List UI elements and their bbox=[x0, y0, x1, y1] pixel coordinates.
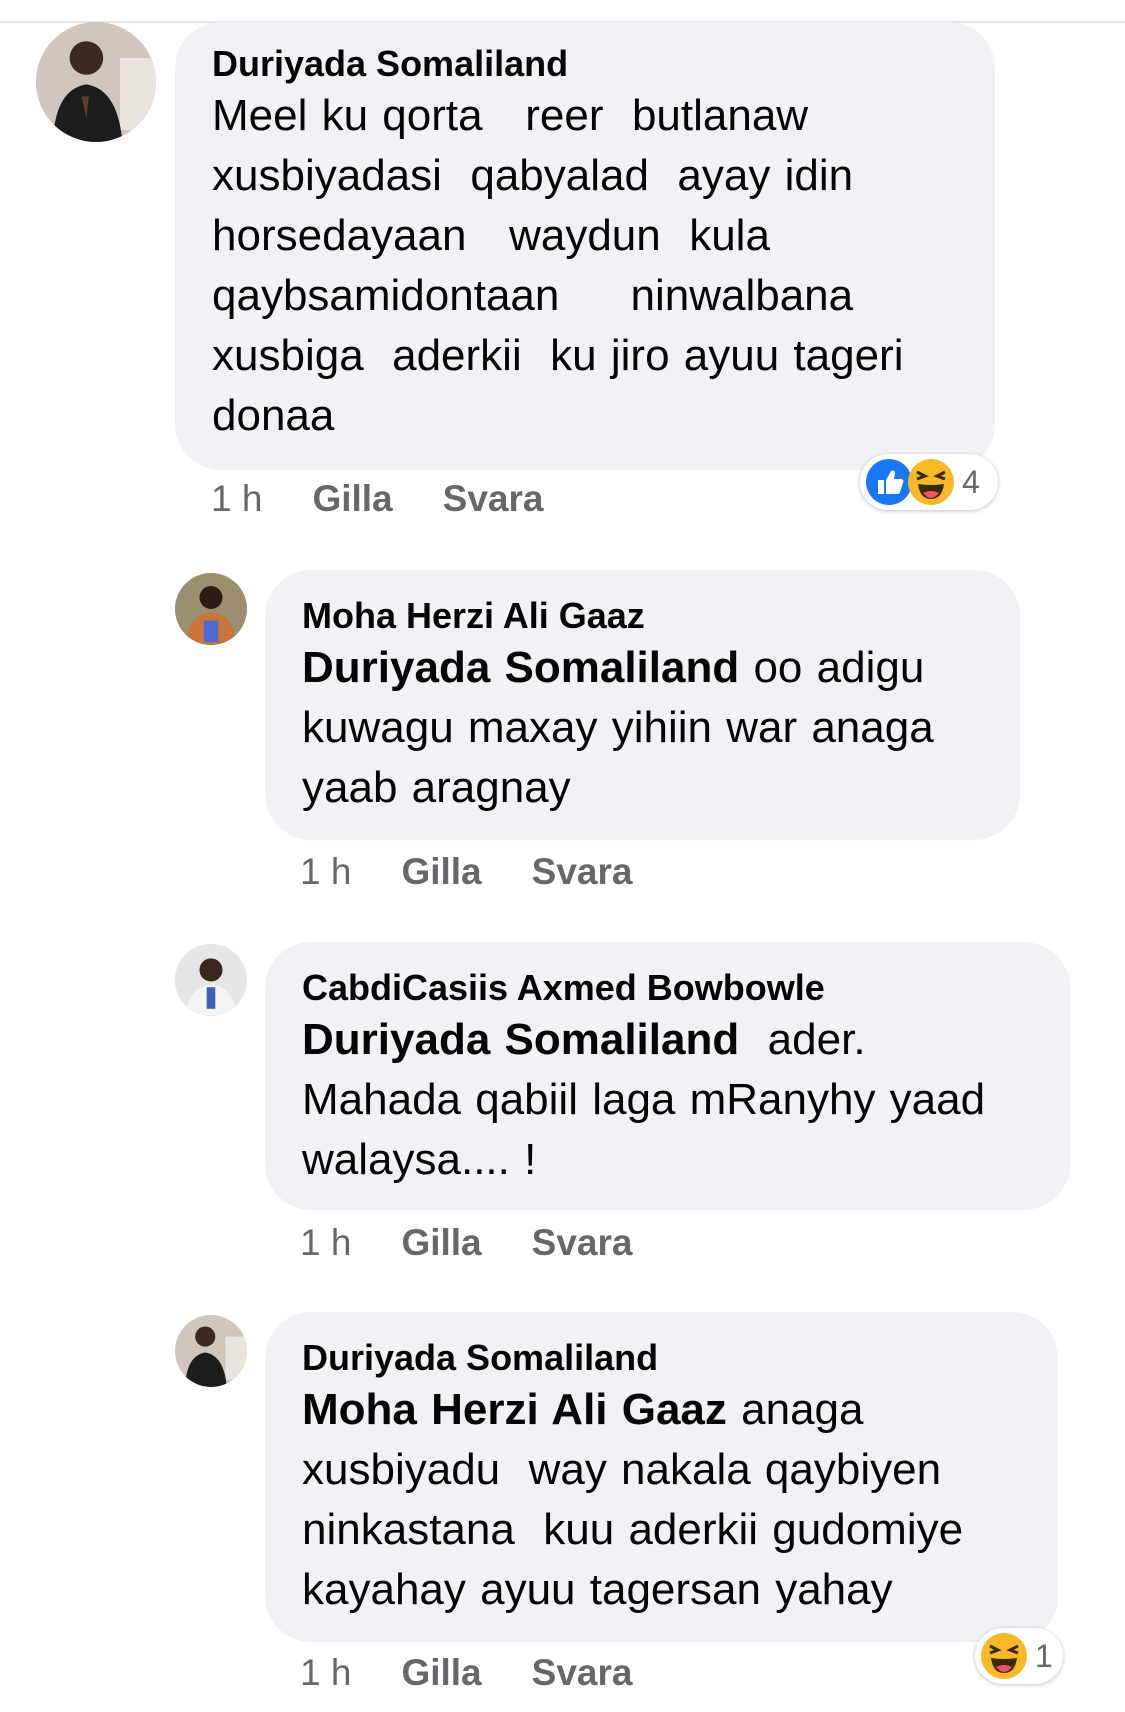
avatar[interactable] bbox=[36, 22, 156, 142]
reply-button[interactable]: Svara bbox=[532, 1652, 633, 1693]
comment-time[interactable]: 1 h bbox=[300, 851, 351, 892]
comment-author[interactable]: CabdiCasiis Axmed Bowbowle bbox=[302, 966, 1034, 1010]
reply-button[interactable]: Svara bbox=[532, 851, 633, 892]
reaction-count: 1 bbox=[1035, 1637, 1053, 1674]
comment-bubble[interactable]: Moha Herzi Ali Gaaz Duriyada Somaliland … bbox=[265, 570, 1020, 840]
like-button[interactable]: Gilla bbox=[401, 1222, 481, 1263]
avatar[interactable] bbox=[175, 573, 247, 645]
like-button[interactable]: Gilla bbox=[401, 851, 481, 892]
comment-actions: 1 h Gilla Svara bbox=[300, 1220, 632, 1266]
like-button[interactable]: Gilla bbox=[401, 1652, 481, 1693]
avatar[interactable] bbox=[175, 944, 247, 1016]
reply-button[interactable]: Svara bbox=[443, 478, 544, 519]
like-button[interactable]: Gilla bbox=[312, 478, 392, 519]
mention-link[interactable]: Moha Herzi Ali Gaaz bbox=[302, 1385, 727, 1434]
reaction-summary[interactable]: 4 bbox=[860, 454, 998, 510]
reaction-summary[interactable]: 1 bbox=[975, 1628, 1063, 1684]
haha-icon bbox=[981, 1633, 1027, 1679]
comment-time[interactable]: 1 h bbox=[300, 1222, 351, 1263]
profile-photo-icon bbox=[36, 22, 156, 142]
reaction-count: 4 bbox=[962, 463, 980, 500]
comment-author[interactable]: Moha Herzi Ali Gaaz bbox=[302, 594, 984, 638]
comment-actions: 1 h Gilla Svara bbox=[300, 1650, 632, 1696]
comment-time[interactable]: 1 h bbox=[211, 478, 262, 519]
comment-bubble[interactable]: Duriyada Somaliland Moha Herzi Ali Gaaz … bbox=[265, 1312, 1058, 1642]
comment-body: Meel ku qorta reer butlanaw xusbiyadasi … bbox=[212, 91, 904, 440]
profile-photo-icon bbox=[175, 1315, 247, 1387]
mention-link[interactable]: Duriyada Somaliland bbox=[302, 1015, 739, 1064]
comment-bubble[interactable]: Duriyada Somaliland Meel ku qorta reer b… bbox=[175, 22, 995, 470]
profile-photo-icon bbox=[175, 944, 247, 1016]
haha-icon bbox=[908, 459, 954, 505]
comment-author[interactable]: Duriyada Somaliland bbox=[302, 1336, 1022, 1380]
comment-text: Duriyada Somaliland ader. Mahada qabiil … bbox=[302, 1010, 1034, 1190]
avatar[interactable] bbox=[175, 1315, 247, 1387]
mention-link[interactable]: Duriyada Somaliland bbox=[302, 643, 739, 692]
reply-button[interactable]: Svara bbox=[532, 1222, 633, 1263]
comment-actions: 1 h Gilla Svara bbox=[211, 476, 543, 522]
profile-photo-icon bbox=[175, 573, 247, 645]
comment-text: Meel ku qorta reer butlanaw xusbiyadasi … bbox=[212, 86, 959, 446]
like-icon bbox=[866, 459, 912, 505]
comment-bubble[interactable]: CabdiCasiis Axmed Bowbowle Duriyada Soma… bbox=[265, 942, 1070, 1210]
comment-time[interactable]: 1 h bbox=[300, 1652, 351, 1693]
comment-text: Moha Herzi Ali Gaaz anaga xusbiyadu way … bbox=[302, 1380, 1022, 1620]
comment-text: Duriyada Somaliland oo adigu kuwagu maxa… bbox=[302, 638, 984, 818]
comment-author[interactable]: Duriyada Somaliland bbox=[212, 42, 959, 86]
comment-actions: 1 h Gilla Svara bbox=[300, 849, 632, 895]
